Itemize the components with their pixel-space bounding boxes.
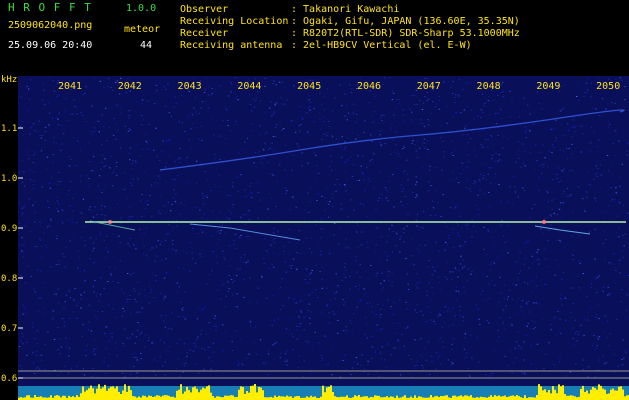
x-tick-label: 2044	[237, 81, 261, 92]
x-tick-label: 2046	[357, 81, 381, 92]
x-tick-label: 2043	[178, 81, 202, 92]
y-tick-label: 0.6	[1, 374, 17, 384]
y-axis-label: kHz	[1, 75, 17, 85]
x-tick-label: 2041	[58, 81, 82, 92]
spectrogram-background	[18, 76, 629, 400]
level-meter	[18, 384, 629, 400]
y-tick-label: 1.0	[1, 174, 17, 184]
x-tick-label: 2045	[297, 81, 321, 92]
y-tick-label: 0.9	[1, 224, 17, 234]
y-tick-label: 0.8	[1, 274, 17, 284]
spectrogram-plot: 2041 2042 2043 2044 2045 2046 2047 2048 2049 2050…	[0, 56, 629, 400]
y-tick-label: 1.1	[1, 124, 17, 134]
x-tick-label: 2050	[596, 81, 620, 92]
x-tick-label: 2049	[536, 81, 560, 92]
x-tick-label: 2042	[118, 81, 142, 92]
meteor-head	[541, 219, 547, 225]
x-tick-label: 2047	[417, 81, 441, 92]
meteor-head	[108, 220, 112, 224]
y-tick-label: 0.7	[1, 324, 17, 334]
x-tick-label: 2048	[477, 81, 501, 92]
